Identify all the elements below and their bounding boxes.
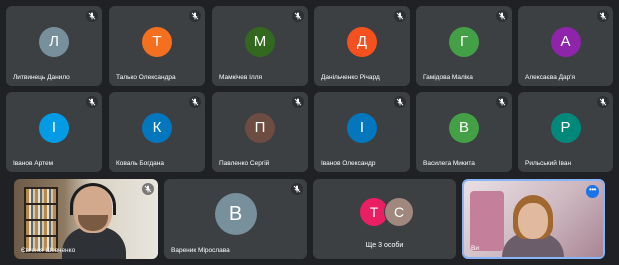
participant-tile-large[interactable]: В Вареник Мірослава bbox=[164, 179, 307, 259]
more-participants-tile[interactable]: Т С Ще 3 особи bbox=[313, 179, 456, 259]
mic-off-icon bbox=[394, 10, 406, 22]
mic-off-icon bbox=[292, 10, 304, 22]
mic-off-icon bbox=[597, 96, 609, 108]
mic-off-icon bbox=[496, 96, 508, 108]
participant-tile[interactable]: Д Данільченко Річард bbox=[314, 6, 410, 86]
participant-name: Данільченко Річард bbox=[321, 74, 380, 81]
participant-name: Вареник Мірослава bbox=[171, 247, 230, 254]
participant-name: Василега Микита bbox=[423, 160, 475, 167]
mic-off-icon bbox=[142, 183, 154, 195]
mic-off-icon bbox=[86, 96, 98, 108]
participant-tile[interactable]: К Коваль Богдана bbox=[109, 92, 205, 172]
participant-tile[interactable]: А Алексаєва Дар'я bbox=[518, 6, 613, 86]
participant-avatar: М bbox=[245, 27, 275, 57]
participant-avatar: С bbox=[384, 197, 414, 227]
participant-avatar: Т bbox=[142, 27, 172, 57]
participant-avatar: К bbox=[142, 113, 172, 143]
mic-off-icon bbox=[86, 10, 98, 22]
mic-off-icon bbox=[496, 10, 508, 22]
participant-tile[interactable]: П Павленко Сергій bbox=[212, 92, 308, 172]
participant-name: Алексаєва Дар'я bbox=[525, 74, 576, 81]
participant-avatar: Л bbox=[39, 27, 69, 57]
participant-name: Талько Олександра bbox=[116, 74, 176, 81]
participant-tile[interactable]: В Василега Микита bbox=[416, 92, 512, 172]
participant-name: Євгенія Шевченко bbox=[21, 247, 76, 254]
participant-name: Павленко Сергій bbox=[219, 160, 270, 167]
participant-tile[interactable]: М Мамкічев Ілля bbox=[212, 6, 308, 86]
participant-avatar: А bbox=[550, 27, 581, 57]
participant-tile[interactable]: І Іванов Артем bbox=[6, 92, 102, 172]
participant-name: Іванов Артем bbox=[13, 160, 54, 167]
self-video-face bbox=[518, 203, 548, 239]
participant-name: Рильський Іван bbox=[525, 160, 572, 167]
bookshelf-image bbox=[24, 187, 58, 253]
participant-name: Гамідова Маліка bbox=[423, 74, 473, 81]
more-participants-label: Ще 3 особи bbox=[365, 242, 404, 249]
participant-name: Литвинець Данило bbox=[13, 74, 70, 81]
self-name: Ви bbox=[471, 245, 479, 252]
participant-avatar: В bbox=[449, 113, 479, 143]
mic-off-icon bbox=[292, 96, 304, 108]
participant-name: Коваль Богдана bbox=[116, 160, 164, 167]
participant-avatar: Р bbox=[550, 113, 581, 143]
participant-name: Мамкічев Ілля bbox=[219, 74, 263, 81]
mic-off-icon bbox=[189, 96, 201, 108]
self-view-tile[interactable]: ••• Ви bbox=[462, 179, 605, 259]
participant-avatar: І bbox=[347, 113, 377, 143]
more-options-icon[interactable]: ••• bbox=[586, 185, 599, 198]
mic-off-icon bbox=[189, 10, 201, 22]
participant-tile[interactable]: Л Литвинець Данило bbox=[6, 6, 102, 86]
participant-tile[interactable]: Г Гамідова Маліка bbox=[416, 6, 512, 86]
video-participant-tile[interactable]: Євгенія Шевченко bbox=[14, 179, 158, 259]
mic-off-icon bbox=[394, 96, 406, 108]
participant-avatar: Д bbox=[347, 27, 377, 57]
participant-name: Іванов Олександр bbox=[321, 160, 376, 167]
participant-avatar: В bbox=[214, 193, 257, 236]
participant-avatar: Г bbox=[449, 27, 479, 57]
self-video-background-object bbox=[470, 191, 504, 251]
participant-avatar: І bbox=[39, 113, 69, 143]
mic-off-icon bbox=[291, 183, 303, 195]
participant-avatar: П bbox=[245, 113, 275, 143]
participant-tile[interactable]: Р Рильський Іван bbox=[518, 92, 613, 172]
participant-tile[interactable]: І Іванов Олександр bbox=[314, 92, 410, 172]
mic-off-icon bbox=[597, 10, 609, 22]
participant-tile[interactable]: Т Талько Олександра bbox=[109, 6, 205, 86]
